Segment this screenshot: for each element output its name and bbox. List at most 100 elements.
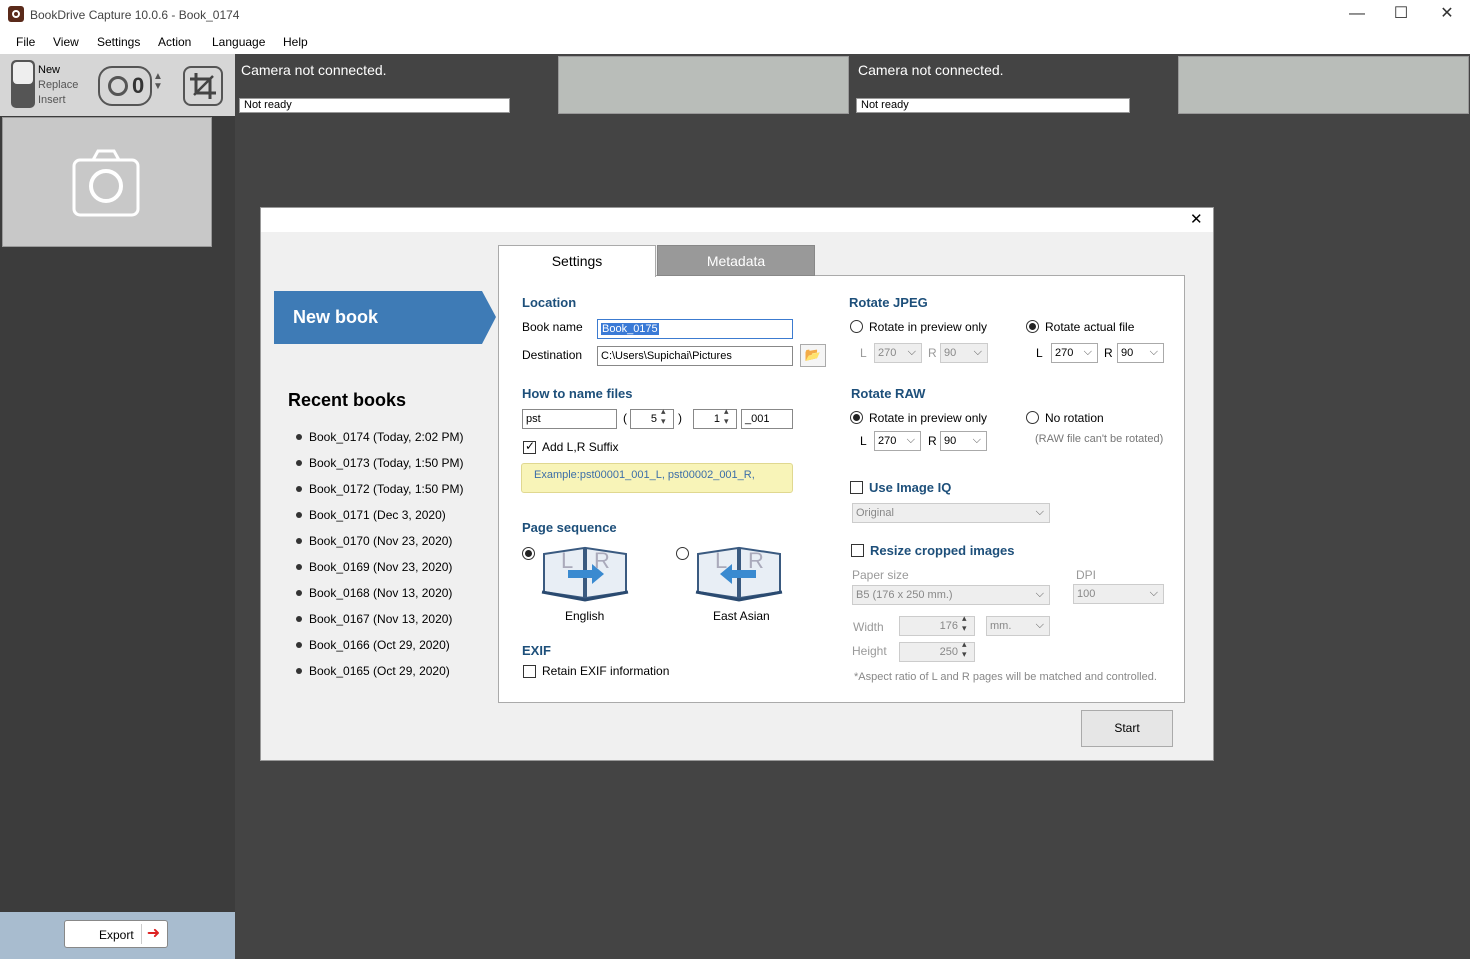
suffix-input[interactable]: _001 — [741, 409, 793, 429]
title-bar: BookDrive Capture 10.0.6 - Book_0174 — ☐… — [0, 0, 1470, 30]
camera-left-status: Not ready — [239, 98, 510, 113]
rotate-raw-title: Rotate RAW — [851, 386, 926, 401]
jpeg-actual-label: Rotate actual file — [1045, 320, 1135, 334]
export-label: Export — [99, 928, 134, 942]
jpeg-preview-l-select[interactable]: 270 — [874, 343, 922, 363]
book-left-to-right-icon[interactable]: L R — [540, 542, 630, 602]
height-label: Height — [852, 644, 887, 658]
width-spin-icon[interactable] — [961, 613, 973, 636]
raw-no-rotation-label: No rotation — [1045, 411, 1104, 425]
image-iq-checkbox[interactable] — [850, 481, 863, 494]
self-timer-button[interactable]: 0 — [98, 66, 152, 106]
letter-r: R — [594, 548, 610, 573]
bullet-icon — [296, 512, 302, 518]
camera-right-status: Not ready — [856, 98, 1130, 113]
resize-checkbox[interactable] — [851, 544, 864, 557]
location-title: Location — [522, 295, 577, 310]
crop-icon — [190, 73, 216, 99]
prefix-input[interactable]: pst — [522, 409, 617, 429]
menu-view[interactable]: View — [53, 35, 79, 49]
mode-insert-label[interactable]: Insert — [38, 94, 66, 106]
arrow-right-icon: ➜ — [141, 924, 165, 944]
book-name-value: Book_0175 — [601, 323, 659, 335]
digits-spin-icon[interactable] — [660, 406, 672, 429]
timer-icon — [108, 76, 128, 96]
timer-value: 0 — [132, 73, 145, 98]
menu-file[interactable]: File — [16, 35, 35, 49]
menu-language[interactable]: Language — [212, 35, 265, 49]
raw-l-select[interactable]: 270 — [874, 431, 921, 451]
jpeg-preview-r-label: R — [928, 346, 937, 360]
menu-settings[interactable]: Settings — [97, 35, 140, 49]
capture-thumbnail[interactable] — [2, 117, 212, 247]
menu-bar: File View Settings Action Language Help — [0, 30, 1470, 54]
raw-no-rotation-radio[interactable] — [1026, 411, 1039, 424]
image-iq-select[interactable]: Original — [852, 503, 1050, 523]
bullet-icon — [296, 486, 302, 492]
letter-l: L — [561, 548, 574, 573]
bullet-icon — [296, 434, 302, 440]
mode-new-label[interactable]: New — [38, 64, 60, 76]
book-right-to-left-icon[interactable]: L R — [694, 542, 784, 602]
jpeg-actual-l-label: L — [1036, 346, 1043, 360]
destination-input[interactable]: C:\Users\Supichai\Pictures — [597, 346, 793, 366]
jpeg-actual-r-select[interactable]: 90 — [1117, 343, 1164, 363]
retain-exif-checkbox[interactable] — [523, 665, 536, 678]
aspect-note: *Aspect ratio of L and R pages will be m… — [854, 671, 1157, 683]
menu-help[interactable]: Help — [283, 35, 308, 49]
dpi-select[interactable]: 100 — [1073, 584, 1164, 604]
tab-metadata[interactable]: Metadata — [657, 245, 815, 276]
menu-action[interactable]: Action — [158, 35, 191, 49]
jpeg-actual-l-select[interactable]: 270 — [1051, 343, 1098, 363]
jpeg-preview-only-radio[interactable] — [850, 320, 863, 333]
close-paren: ) — [678, 411, 682, 425]
lr-suffix-label: Add L,R Suffix — [542, 440, 619, 454]
resize-label: Resize cropped images — [870, 543, 1015, 558]
rotate-jpeg-title: Rotate JPEG — [849, 295, 928, 310]
east-asian-label: East Asian — [713, 609, 770, 623]
naming-title: How to name files — [522, 386, 633, 401]
bullet-icon — [296, 668, 302, 674]
folder-icon[interactable]: 📂 — [800, 344, 826, 367]
close-button[interactable]: ✕ — [1424, 0, 1470, 30]
recent-book-label: Book_0165 (Oct 29, 2020) — [309, 664, 450, 678]
book-name-input[interactable]: Book_0175 — [597, 319, 793, 339]
jpeg-actual-r-label: R — [1104, 346, 1113, 360]
export-button[interactable]: Export ➜ — [64, 920, 168, 948]
minimize-button[interactable]: — — [1334, 0, 1380, 30]
raw-r-label: R — [928, 434, 937, 448]
letter-r: R — [748, 548, 764, 573]
sequence-east-asian-radio[interactable] — [676, 547, 689, 560]
start-button[interactable]: Start — [1081, 710, 1173, 747]
maximize-button[interactable]: ☐ — [1378, 0, 1424, 30]
raw-preview-only-label: Rotate in preview only — [869, 411, 988, 425]
dpi-label: DPI — [1076, 568, 1097, 582]
raw-r-select[interactable]: 90 — [940, 431, 987, 451]
bullet-icon — [296, 460, 302, 466]
recent-book-label: Book_0170 (Nov 23, 2020) — [309, 534, 453, 548]
tab-settings[interactable]: Settings — [498, 245, 656, 277]
jpeg-actual-radio[interactable] — [1026, 320, 1039, 333]
lr-suffix-checkbox[interactable] — [523, 439, 536, 454]
start-spin-icon[interactable] — [723, 406, 735, 429]
jpeg-preview-r-select[interactable]: 90 — [940, 343, 988, 363]
raw-l-label: L — [860, 434, 867, 448]
english-label: English — [565, 609, 605, 623]
sequence-english-radio[interactable] — [522, 547, 535, 560]
mode-switch[interactable] — [11, 60, 35, 108]
mode-replace-label[interactable]: Replace — [38, 79, 78, 91]
raw-preview-only-radio[interactable] — [850, 411, 863, 424]
recent-book-label: Book_0173 (Today, 1:50 PM) — [309, 456, 464, 470]
dialog-close-button[interactable]: ✕ — [1190, 210, 1203, 228]
bullet-icon — [296, 538, 302, 544]
jpeg-preview-l-label: L — [860, 346, 867, 360]
crop-button[interactable] — [183, 66, 223, 106]
retain-exif-label: Retain EXIF information — [542, 664, 670, 678]
bullet-icon — [296, 564, 302, 570]
height-spin-icon[interactable] — [961, 639, 973, 662]
unit-select[interactable]: mm. — [986, 616, 1050, 636]
bullet-icon — [296, 616, 302, 622]
timer-stepper-icon[interactable]: ▲ ▼ — [153, 72, 163, 92]
page-sequence-title: Page sequence — [522, 520, 617, 535]
paper-size-select[interactable]: B5 (176 x 250 mm.) — [852, 585, 1050, 605]
